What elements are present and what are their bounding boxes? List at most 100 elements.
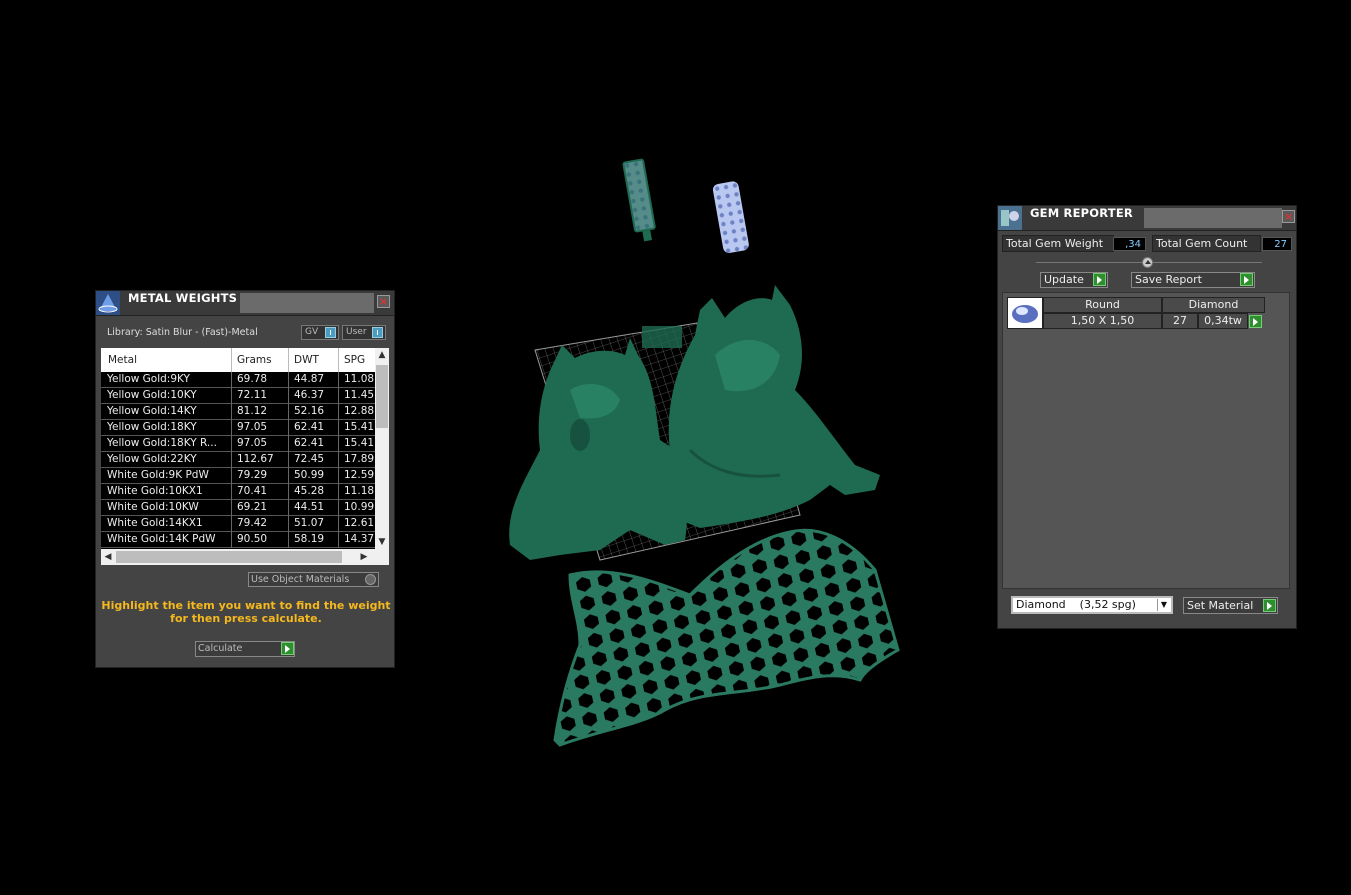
gem-thumbnail-icon[interactable]: [1007, 297, 1043, 329]
col-grams[interactable]: Grams: [237, 354, 272, 366]
set-material-label: Set Material: [1187, 599, 1254, 612]
metal-weights-title: METAL WEIGHTS: [126, 291, 240, 305]
library-label: Library: Satin Blur - (Fast)-Metal: [107, 327, 258, 338]
chevron-down-icon[interactable]: ▼: [1157, 599, 1170, 611]
cell-grams: 72.11: [237, 389, 268, 401]
scroll-left-icon[interactable]: ◀: [101, 549, 115, 565]
gem-count: 27: [1162, 313, 1198, 329]
table-row[interactable]: Yellow Gold:10KY 72.11 46.37 11.45: [101, 388, 375, 404]
cell-spg: 11.18: [344, 485, 375, 497]
cell-dwt: 58.19: [294, 533, 325, 545]
gem-reporter-panel: GEM REPORTER × Total Gem Weight ,34 Tota…: [997, 205, 1297, 629]
play-arrow-icon[interactable]: [1093, 273, 1106, 286]
table-row[interactable]: Yellow Gold:18KY R... 97.05 62.41 15.41: [101, 436, 375, 452]
play-arrow-icon[interactable]: [281, 642, 294, 655]
cell-dwt: 62.41: [294, 421, 325, 433]
table-row[interactable]: White Gold:9K PdW 79.29 50.99 12.59: [101, 468, 375, 484]
user-toggle-label: User: [346, 327, 367, 337]
toggle-knob-icon: [372, 327, 383, 338]
scroll-down-icon[interactable]: ▼: [375, 535, 389, 549]
cell-dwt: 52.16: [294, 405, 325, 417]
cell-dwt: 45.28: [294, 485, 325, 497]
table-row[interactable]: White Gold:14K PdW 90.50 58.19 14.37: [101, 532, 375, 548]
cell-dwt: 62.41: [294, 437, 325, 449]
model-dog-right: [668, 285, 880, 528]
metal-weights-titlebar[interactable]: METAL WEIGHTS ×: [96, 291, 394, 316]
model-bar-green: [622, 158, 656, 242]
table-row[interactable]: White Gold:10KW 69.21 44.51 10.99: [101, 500, 375, 516]
gem-reporter-logo-icon: [998, 206, 1022, 230]
radio-icon: [365, 574, 376, 585]
cell-spg: 15.41: [344, 437, 375, 449]
cell-metal: White Gold:10KX1: [107, 485, 203, 497]
table-row[interactable]: Yellow Gold:18KY 97.05 62.41 15.41: [101, 420, 375, 436]
close-icon[interactable]: ×: [1282, 210, 1295, 223]
cell-spg: 12.88: [344, 405, 375, 417]
table-row[interactable]: Yellow Gold:14KY 81.12 52.16 12.88: [101, 404, 375, 420]
close-icon[interactable]: ×: [377, 295, 390, 308]
use-object-materials-toggle[interactable]: Use Object Materials: [248, 572, 379, 587]
save-report-button[interactable]: Save Report: [1131, 272, 1255, 288]
model-comb: [642, 326, 682, 348]
total-gem-count-value: 27: [1262, 237, 1292, 251]
gem-list[interactable]: [1002, 292, 1290, 589]
metal-table[interactable]: Metal Grams DWT SPG Yellow Gold:9KY 69.78…: [101, 348, 389, 565]
gem-weight: 0,34tw: [1198, 313, 1248, 329]
cell-grams: 97.05: [237, 437, 268, 449]
title-strip: [240, 293, 374, 313]
table-row[interactable]: Yellow Gold:9KY 69.78 44.87 11.08: [101, 372, 375, 388]
calculate-button[interactable]: Calculate: [195, 641, 295, 657]
user-toggle[interactable]: User: [342, 325, 386, 340]
gem-material: Diamond: [1162, 297, 1265, 313]
play-arrow-icon[interactable]: [1249, 315, 1262, 328]
cell-dwt: 51.07: [294, 517, 325, 529]
metal-table-vscroll[interactable]: ▲ ▼: [375, 348, 389, 549]
hscroll-thumb[interactable]: [116, 551, 342, 563]
play-arrow-icon[interactable]: [1263, 599, 1276, 612]
vscroll-thumb[interactable]: [376, 365, 388, 428]
table-row[interactable]: White Gold:10KX1 70.41 45.28 11.18: [101, 484, 375, 500]
cell-dwt: 46.37: [294, 389, 325, 401]
material-select-value: Diamond (3,52 spg): [1016, 598, 1136, 611]
col-dwt[interactable]: DWT: [294, 354, 319, 366]
gem-reporter-titlebar[interactable]: GEM REPORTER ×: [998, 206, 1296, 231]
total-gem-count-label: Total Gem Count: [1152, 235, 1261, 252]
cell-metal: White Gold:10KW: [107, 501, 199, 513]
col-metal[interactable]: Metal: [108, 354, 137, 366]
gem-shape: Round: [1043, 297, 1162, 313]
collapse-toggle-icon[interactable]: [1142, 257, 1153, 268]
cell-spg: 15.41: [344, 421, 375, 433]
metal-weights-panel: METAL WEIGHTS × Library: Satin Blur - (F…: [95, 290, 395, 668]
material-select[interactable]: Diamond (3,52 spg) ▼: [1011, 596, 1173, 614]
cell-metal: Yellow Gold:18KY R...: [107, 437, 217, 449]
cell-grams: 90.50: [237, 533, 268, 545]
table-row[interactable]: White Gold:14KX1 79.42 51.07 12.61: [101, 516, 375, 532]
set-material-button[interactable]: Set Material: [1183, 597, 1278, 614]
update-button[interactable]: Update: [1040, 272, 1108, 288]
scroll-right-icon[interactable]: ▶: [357, 549, 371, 565]
instruction-text: Highlight the item you want to find the …: [101, 599, 391, 625]
cell-grams: 79.29: [237, 469, 268, 481]
col-spg[interactable]: SPG: [344, 354, 365, 366]
scroll-up-icon[interactable]: ▲: [375, 348, 389, 362]
cell-spg: 17.89: [344, 453, 375, 465]
metal-table-hscroll[interactable]: ◀ ▶: [101, 549, 389, 565]
cell-spg: 14.37: [344, 533, 375, 545]
3d-viewport[interactable]: [480, 150, 920, 750]
cell-metal: White Gold:14KX1: [107, 517, 203, 529]
play-arrow-icon[interactable]: [1240, 273, 1253, 286]
use-object-materials-label: Use Object Materials: [251, 574, 350, 585]
cell-metal: Yellow Gold:18KY: [107, 421, 197, 433]
gv-toggle[interactable]: GV: [301, 325, 339, 340]
update-label: Update: [1044, 273, 1084, 286]
total-gem-weight-label: Total Gem Weight: [1002, 235, 1114, 252]
metal-weights-logo-icon: [96, 291, 120, 315]
cell-spg: 11.45: [344, 389, 375, 401]
cell-metal: Yellow Gold:22KY: [107, 453, 197, 465]
cell-grams: 112.67: [237, 453, 274, 465]
cell-dwt: 72.45: [294, 453, 325, 465]
cell-metal: Yellow Gold:14KY: [107, 405, 197, 417]
cell-metal: Yellow Gold:10KY: [107, 389, 197, 401]
title-strip: [1144, 208, 1282, 228]
table-row[interactable]: Yellow Gold:22KY 112.67 72.45 17.89: [101, 452, 375, 468]
